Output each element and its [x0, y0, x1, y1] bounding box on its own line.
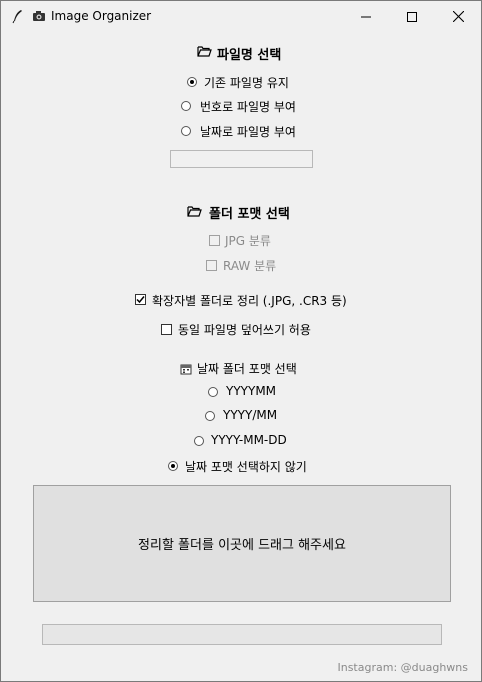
window-title: Image Organizer [51, 9, 152, 23]
checkbox-raw-label: RAW 분류 [223, 259, 277, 273]
close-button[interactable] [435, 1, 481, 32]
radio-keep-filename-label: 기존 파일명 유지 [204, 76, 289, 90]
app-window: Image Organizer 파일명 선택 기존 파일명 유지 번호로 파일명… [0, 0, 482, 682]
checkbox-jpg[interactable] [209, 235, 220, 246]
progress-bar [42, 624, 442, 645]
camera-icon [32, 10, 46, 25]
radio-yyyy-mm-dd-label: YYYY-MM-DD [211, 433, 287, 447]
footer-credit: Instagram: @duaghwns [337, 661, 468, 674]
radio-yyyymm-label: YYYYMM [226, 384, 277, 398]
checkbox-jpg-label: JPG 분류 [225, 234, 271, 248]
date-section-title: 날짜 폴더 포맷 선택 [197, 362, 297, 376]
radio-no-date-format-label: 날짜 포맷 선택하지 않기 [185, 460, 307, 474]
checkbox-ext-folder[interactable] [135, 294, 146, 305]
minimize-button[interactable] [343, 1, 389, 32]
radio-yyyy-slash-mm[interactable] [205, 411, 215, 421]
checkbox-raw[interactable] [206, 260, 217, 271]
radio-number-filename[interactable] [181, 101, 191, 111]
radio-yyyy-mm-dd[interactable] [194, 436, 204, 446]
title-bar: Image Organizer [1, 1, 481, 32]
folder-section-title: 폴더 포맷 선택 [209, 207, 290, 222]
radio-no-date-format[interactable] [168, 461, 178, 471]
checkbox-ext-folder-label: 확장자별 폴더로 정리 (.JPG, .CR3 등) [152, 294, 347, 308]
checkbox-overwrite-label: 동일 파일명 덮어쓰기 허용 [178, 323, 311, 337]
radio-keep-filename[interactable] [187, 77, 197, 87]
feather-icon [10, 8, 26, 24]
drop-zone-text: 정리할 폴더를 이곳에 드래그 해주세요 [138, 538, 346, 553]
folder-open-icon [187, 205, 202, 220]
maximize-button[interactable] [389, 1, 435, 32]
radio-number-filename-label: 번호로 파일명 부여 [200, 100, 296, 114]
filename-section-title: 파일명 선택 [217, 48, 282, 63]
radio-yyyymm[interactable] [208, 387, 218, 397]
checkmark-icon [136, 296, 145, 304]
calendar-icon [180, 363, 192, 378]
filename-input[interactable] [170, 150, 313, 168]
checkbox-overwrite[interactable] [161, 324, 172, 335]
drop-zone[interactable]: 정리할 폴더를 이곳에 드래그 해주세요 [33, 485, 451, 602]
radio-date-filename-label: 날짜로 파일명 부여 [200, 125, 296, 139]
radio-yyyy-slash-mm-label: YYYY/MM [223, 408, 278, 422]
radio-date-filename[interactable] [181, 126, 191, 136]
folder-open-icon [197, 45, 212, 60]
